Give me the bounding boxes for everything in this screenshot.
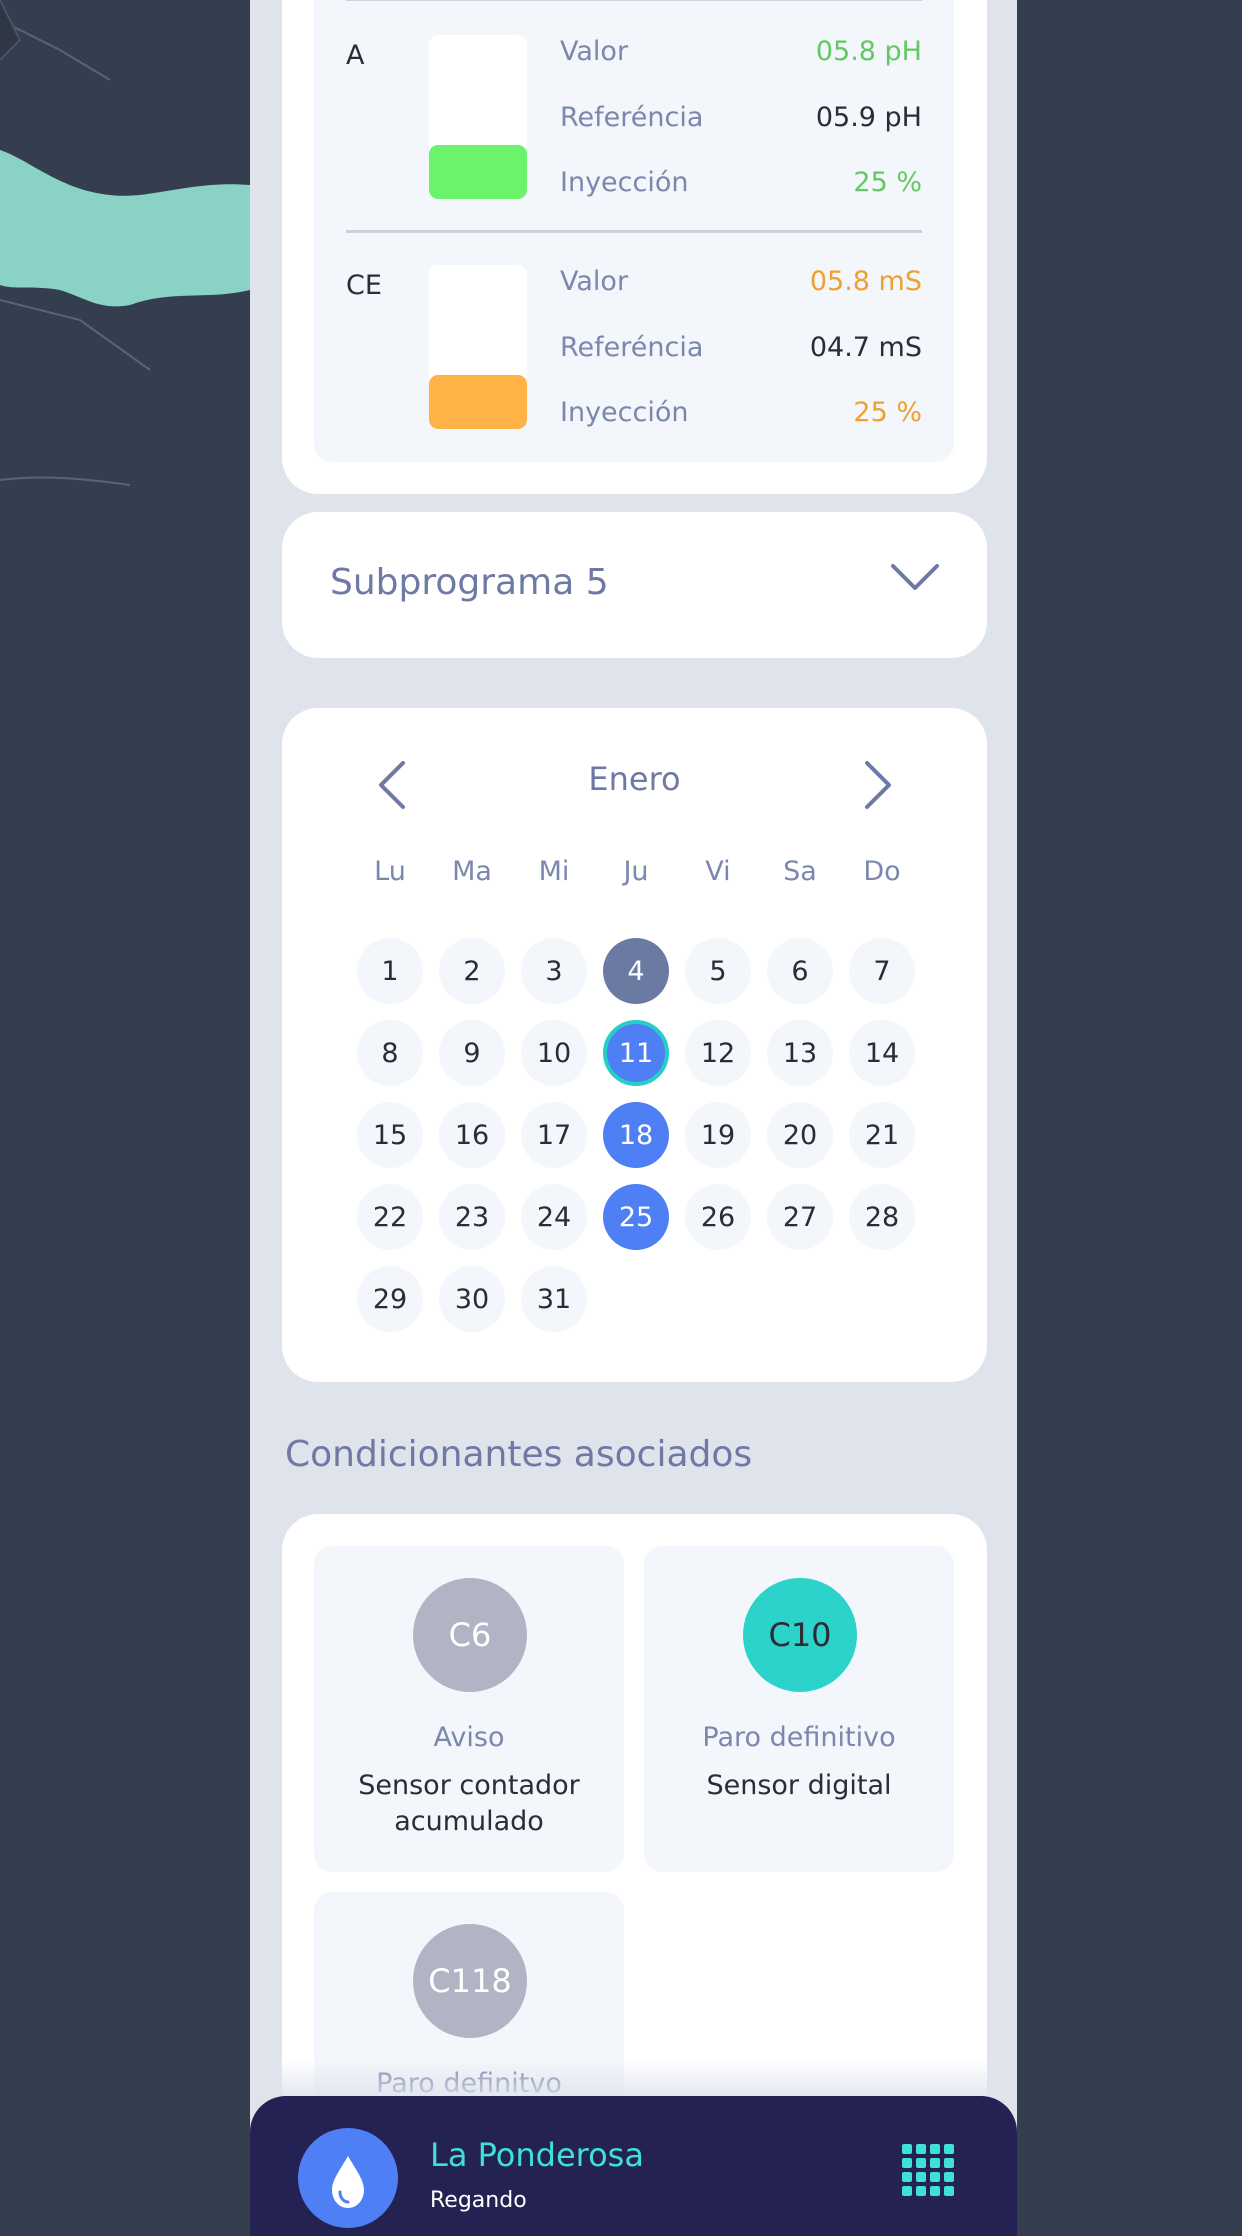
calendar-day[interactable]: 8: [357, 1020, 423, 1086]
inyeccion-label: Inyección: [560, 167, 689, 198]
calendar-day[interactable]: 24: [521, 1184, 587, 1250]
calendar-day[interactable]: 21: [849, 1102, 915, 1168]
calendar-day[interactable]: 2: [439, 938, 505, 1004]
subprograma-dropdown[interactable]: Subprograma 5: [282, 512, 987, 658]
calendar-day[interactable]: 29: [357, 1266, 423, 1332]
map-background: [0, 0, 250, 486]
calendar-day[interactable]: 22: [357, 1184, 423, 1250]
calendar-day[interactable]: 10: [521, 1020, 587, 1086]
calendar-day[interactable]: 13: [767, 1020, 833, 1086]
weekday-label: Lu: [374, 856, 406, 887]
calendar-day[interactable]: 5: [685, 938, 751, 1004]
farm-status: Regando: [430, 2188, 527, 2213]
calendar-day[interactable]: 15: [357, 1102, 423, 1168]
weekday-label: Ma: [452, 856, 492, 887]
chevron-right-icon[interactable]: [861, 760, 897, 810]
divider: [346, 0, 922, 1]
weekday-label: Ju: [623, 856, 649, 887]
nutrients-inner: A Valor 05.8 pH Referéncia 05.9 pH Inyec…: [314, 0, 954, 462]
condition-code-badge: C118: [413, 1924, 527, 2038]
valor-value: 05.8 mS: [809, 266, 922, 297]
calendar-day[interactable]: 30: [439, 1266, 505, 1332]
calendar-day[interactable]: 9: [439, 1020, 505, 1086]
weekday-label: Vi: [705, 856, 731, 887]
referencia-value: 05.9 pH: [815, 102, 922, 133]
weekday-label: Sa: [783, 856, 817, 887]
calendar-day[interactable]: 19: [685, 1102, 751, 1168]
valor-label: Valor: [560, 266, 629, 297]
grid-menu-icon[interactable]: [902, 2144, 954, 2196]
condition-description: Sensor digital: [706, 1770, 892, 1801]
calendar-day[interactable]: 17: [521, 1102, 587, 1168]
condition-tile[interactable]: C10 Paro definitivo Sensor digital: [644, 1546, 954, 1872]
chevron-down-icon: [891, 564, 939, 590]
calendar-day[interactable]: 31: [521, 1266, 587, 1332]
nutrient-gauge: [429, 35, 527, 199]
condition-type: Aviso: [433, 1722, 505, 1753]
condition-code-badge: C6: [413, 1578, 527, 1692]
gauge-fill: [429, 144, 527, 199]
water-drop-icon: [332, 2156, 364, 2208]
conditions-title: Condicionantes asociados: [285, 1434, 753, 1475]
weekday-label: Mi: [538, 856, 570, 887]
condition-description: Sensor contador acumulado: [358, 1770, 580, 1837]
gauge-fill: [429, 374, 527, 429]
inyeccion-value: 25 %: [853, 167, 922, 198]
calendar-day[interactable]: 18: [603, 1102, 669, 1168]
calendar-day[interactable]: 16: [439, 1102, 505, 1168]
valor-label: Valor: [560, 36, 629, 67]
valor-value: 05.8 pH: [815, 36, 922, 67]
irrigation-button[interactable]: [298, 2128, 398, 2228]
nutrient-name: CE: [346, 270, 382, 301]
scroll-fade: [250, 2060, 1017, 2100]
condition-type: Paro definitivo: [702, 1722, 896, 1753]
calendar-day[interactable]: 4: [603, 938, 669, 1004]
detail-panel: A Valor 05.8 pH Referéncia 05.9 pH Inyec…: [250, 0, 1017, 2208]
calendar-day[interactable]: 1: [357, 938, 423, 1004]
calendar-day[interactable]: 23: [439, 1184, 505, 1250]
farm-name: La Ponderosa: [430, 2136, 644, 2174]
calendar-day[interactable]: 6: [767, 938, 833, 1004]
divider: [346, 230, 922, 233]
calendar-card: Enero Lu Ma Mi Ju Vi Sa Do 1 2 3 4 5 6 7 8 9 10 11 12 13 14…: [282, 708, 987, 1382]
subprograma-label: Subprograma 5: [330, 562, 609, 603]
calendar-day[interactable]: 12: [685, 1020, 751, 1086]
calendar-day[interactable]: 25: [603, 1184, 669, 1250]
calendar-day[interactable]: 7: [849, 938, 915, 1004]
inyeccion-label: Inyección: [560, 397, 689, 428]
inyeccion-value: 25 %: [853, 397, 922, 428]
calendar-day[interactable]: 3: [521, 938, 587, 1004]
referencia-label: Referéncia: [560, 102, 704, 133]
calendar-day[interactable]: 26: [685, 1184, 751, 1250]
calendar-day[interactable]: 11: [603, 1020, 669, 1086]
calendar-day[interactable]: 27: [767, 1184, 833, 1250]
condition-tile[interactable]: C6 Aviso Sensor contador acumulado: [314, 1546, 624, 1872]
nutrients-card: A Valor 05.8 pH Referéncia 05.9 pH Inyec…: [282, 0, 987, 494]
calendar-day[interactable]: 20: [767, 1102, 833, 1168]
calendar-day[interactable]: 28: [849, 1184, 915, 1250]
bottom-bar[interactable]: La Ponderosa Regando: [250, 2096, 1017, 2236]
calendar-day[interactable]: 14: [849, 1020, 915, 1086]
referencia-label: Referéncia: [560, 332, 704, 363]
weekday-label: Do: [863, 856, 901, 887]
nutrient-gauge: [429, 265, 527, 429]
condition-code-badge: C10: [743, 1578, 857, 1692]
referencia-value: 04.7 mS: [809, 332, 922, 363]
nutrient-name: A: [346, 40, 365, 71]
